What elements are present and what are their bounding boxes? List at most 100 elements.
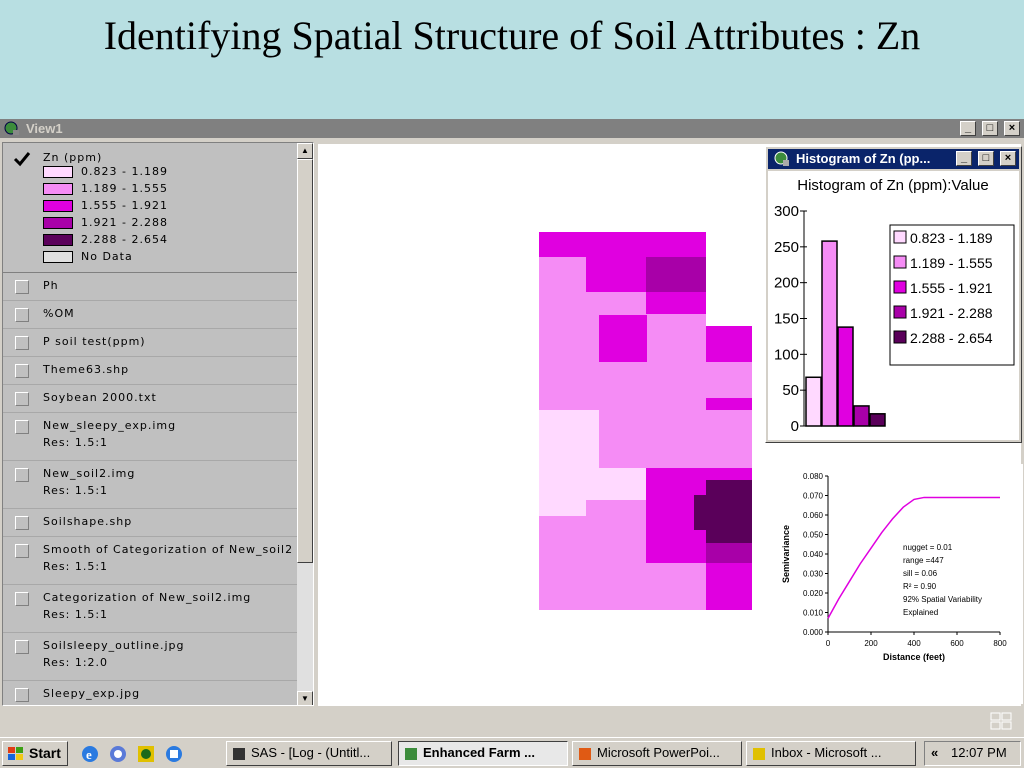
legend-label: 2.288 - 2.654 (81, 233, 168, 246)
model-annotation: sill = 0.06 (903, 569, 938, 578)
theme-visibility-checkbox[interactable] (15, 592, 29, 606)
histogram-legend-label: 0.823 - 1.189 (910, 230, 993, 246)
theme-visibility-checkbox[interactable] (15, 420, 29, 434)
theme-visibility-checkbox[interactable] (15, 308, 29, 322)
taskbar-button[interactable]: Microsoft PowerPoi... (572, 741, 742, 766)
theme-item[interactable]: Sleepy_exp.jpg (3, 681, 297, 705)
svg-text:e: e (86, 747, 92, 762)
maximize-button[interactable]: □ (982, 121, 998, 136)
theme-item[interactable]: P soil test(ppm) (3, 329, 297, 357)
theme-visibility-checkbox[interactable] (15, 468, 29, 482)
minimize-button[interactable]: _ (960, 121, 976, 136)
histogram-bar (821, 240, 838, 427)
theme-visibility-checkbox[interactable] (15, 336, 29, 350)
theme-visibility-checkbox[interactable] (15, 364, 29, 378)
theme-item[interactable]: Soybean 2000.txt (3, 385, 297, 413)
legend-swatch (43, 183, 73, 195)
histogram-bar (869, 413, 886, 427)
theme-visibility-checkbox[interactable] (15, 280, 29, 294)
toc-scrollbar[interactable]: ▲ ▼ (297, 143, 313, 705)
map-zone (539, 232, 706, 257)
theme-name: New_sleepy_exp.img (43, 419, 177, 432)
scroll-up-button[interactable]: ▲ (297, 143, 313, 159)
internet-explorer-icon[interactable]: e (80, 744, 100, 764)
theme-name: Soilshape.shp (43, 515, 133, 528)
histogram-titlebar[interactable]: Histogram of Zn (pp... _ □ × (768, 149, 1019, 169)
histogram-bar (837, 326, 854, 427)
theme-item[interactable]: Soilshape.shp (3, 509, 297, 537)
show-desktop-icon[interactable] (164, 744, 184, 764)
x-tick-label: 200 (864, 639, 878, 648)
active-theme-name: Zn (ppm) (43, 151, 103, 164)
globe-icon (405, 748, 417, 760)
histogram-bar (853, 405, 870, 427)
theme-item[interactable]: Ph (3, 273, 297, 301)
histogram-chart-area: Histogram of Zn (ppm):Value 300 250 200 150 1… (768, 171, 1019, 440)
theme-visibility-checkbox[interactable] (15, 392, 29, 406)
theme-visibility-checkbox[interactable] (15, 544, 29, 558)
tray-expand-button[interactable]: « (931, 742, 938, 764)
scroll-thumb[interactable] (297, 159, 313, 563)
map-zone (646, 292, 706, 314)
hist-close-button[interactable]: × (1000, 151, 1016, 166)
theme-visibility-checkbox[interactable] (15, 516, 29, 530)
legend-label: No Data (81, 250, 133, 263)
histogram-legend-swatch (893, 305, 907, 319)
map-zone (646, 257, 706, 292)
theme-item[interactable]: New_sleepy_exp.img Res: 1.5:1 (3, 413, 297, 461)
view-titlebar[interactable]: View1 _ □ × (0, 119, 1024, 138)
x-axis-label: Distance (feet) (883, 652, 945, 662)
y-tick-label: 300 (774, 203, 799, 220)
theme-item[interactable]: Soilsleepy_outline.jpg Res: 1:2.0 (3, 633, 297, 681)
theme-resolution: Res: 1.5:1 (43, 608, 109, 621)
x-tick-label: 0 (826, 639, 831, 648)
legend-swatch (43, 251, 73, 263)
hist-maximize-button[interactable]: □ (978, 151, 994, 166)
taskbar-button-label: Microsoft PowerPoi... (597, 745, 720, 760)
scroll-down-button[interactable]: ▼ (297, 691, 313, 705)
status-bar (0, 706, 1024, 737)
slide-title: Identifying Spatial Structure of Soil At… (103, 13, 921, 58)
y-tick-label: 0 (791, 418, 799, 435)
theme-item[interactable]: New_soil2.img Res: 1.5:1 (3, 461, 297, 509)
checkmark-icon[interactable] (13, 151, 31, 167)
close-button[interactable]: × (1004, 121, 1020, 136)
y-tick-label: 200 (774, 275, 799, 292)
windows-logo-icon (8, 747, 23, 760)
powerpoint-icon (579, 748, 591, 760)
map-zone (706, 543, 752, 563)
outlook-express-icon[interactable] (108, 744, 128, 764)
clock: 12:07 PM (951, 745, 1007, 760)
histogram-window[interactable]: Histogram of Zn (pp... _ □ × Histogram o… (765, 146, 1022, 443)
taskbar-button[interactable]: SAS - [Log - (Untitl... (226, 741, 392, 766)
taskbar-button[interactable]: Inbox - Microsoft ... (746, 741, 916, 766)
theme-item[interactable]: Theme63.shp (3, 357, 297, 385)
outlook-icon[interactable] (136, 744, 156, 764)
histogram-window-title: Histogram of Zn (pp... (796, 151, 931, 166)
view-title: View1 (26, 121, 63, 136)
legend-swatch (43, 217, 73, 229)
grip-icon (990, 712, 1012, 730)
start-button[interactable]: Start (2, 741, 68, 766)
theme-visibility-checkbox[interactable] (15, 640, 29, 654)
y-axis-label: Semivariance (781, 525, 791, 583)
theme-resolution: Res: 1.5:1 (43, 436, 109, 449)
theme-name: %OM (43, 307, 75, 320)
theme-name: Categorization of New_soil2.img (43, 591, 252, 604)
theme-resolution: Res: 1.5:1 (43, 560, 109, 573)
theme-item[interactable]: %OM (3, 301, 297, 329)
theme-visibility-checkbox[interactable] (15, 688, 29, 702)
taskbar: Start e SAS - [Log - (Untitl... Enhanced … (0, 737, 1024, 768)
globe-icon (4, 121, 19, 135)
model-annotation: Explained (903, 608, 938, 617)
theme-name: Sleepy_exp.jpg (43, 687, 141, 700)
theme-item[interactable]: Smooth of Categorization of New_soil2 Res… (3, 537, 297, 585)
theme-item[interactable]: Categorization of New_soil2.img Res: 1.5:… (3, 585, 297, 633)
y-tick-label: 150 (774, 311, 799, 328)
taskbar-button[interactable]: Enhanced Farm ... (398, 741, 568, 766)
legend-swatch (43, 234, 73, 246)
histogram-legend-swatch (893, 280, 907, 294)
hist-minimize-button[interactable]: _ (956, 151, 972, 166)
active-theme-legend[interactable]: Zn (ppm) 0.823 - 1.189 1.189 - 1.555 1.555… (3, 143, 297, 273)
histogram-chart: Histogram of Zn (ppm):Value 300 250 200 150 1… (774, 177, 1015, 435)
